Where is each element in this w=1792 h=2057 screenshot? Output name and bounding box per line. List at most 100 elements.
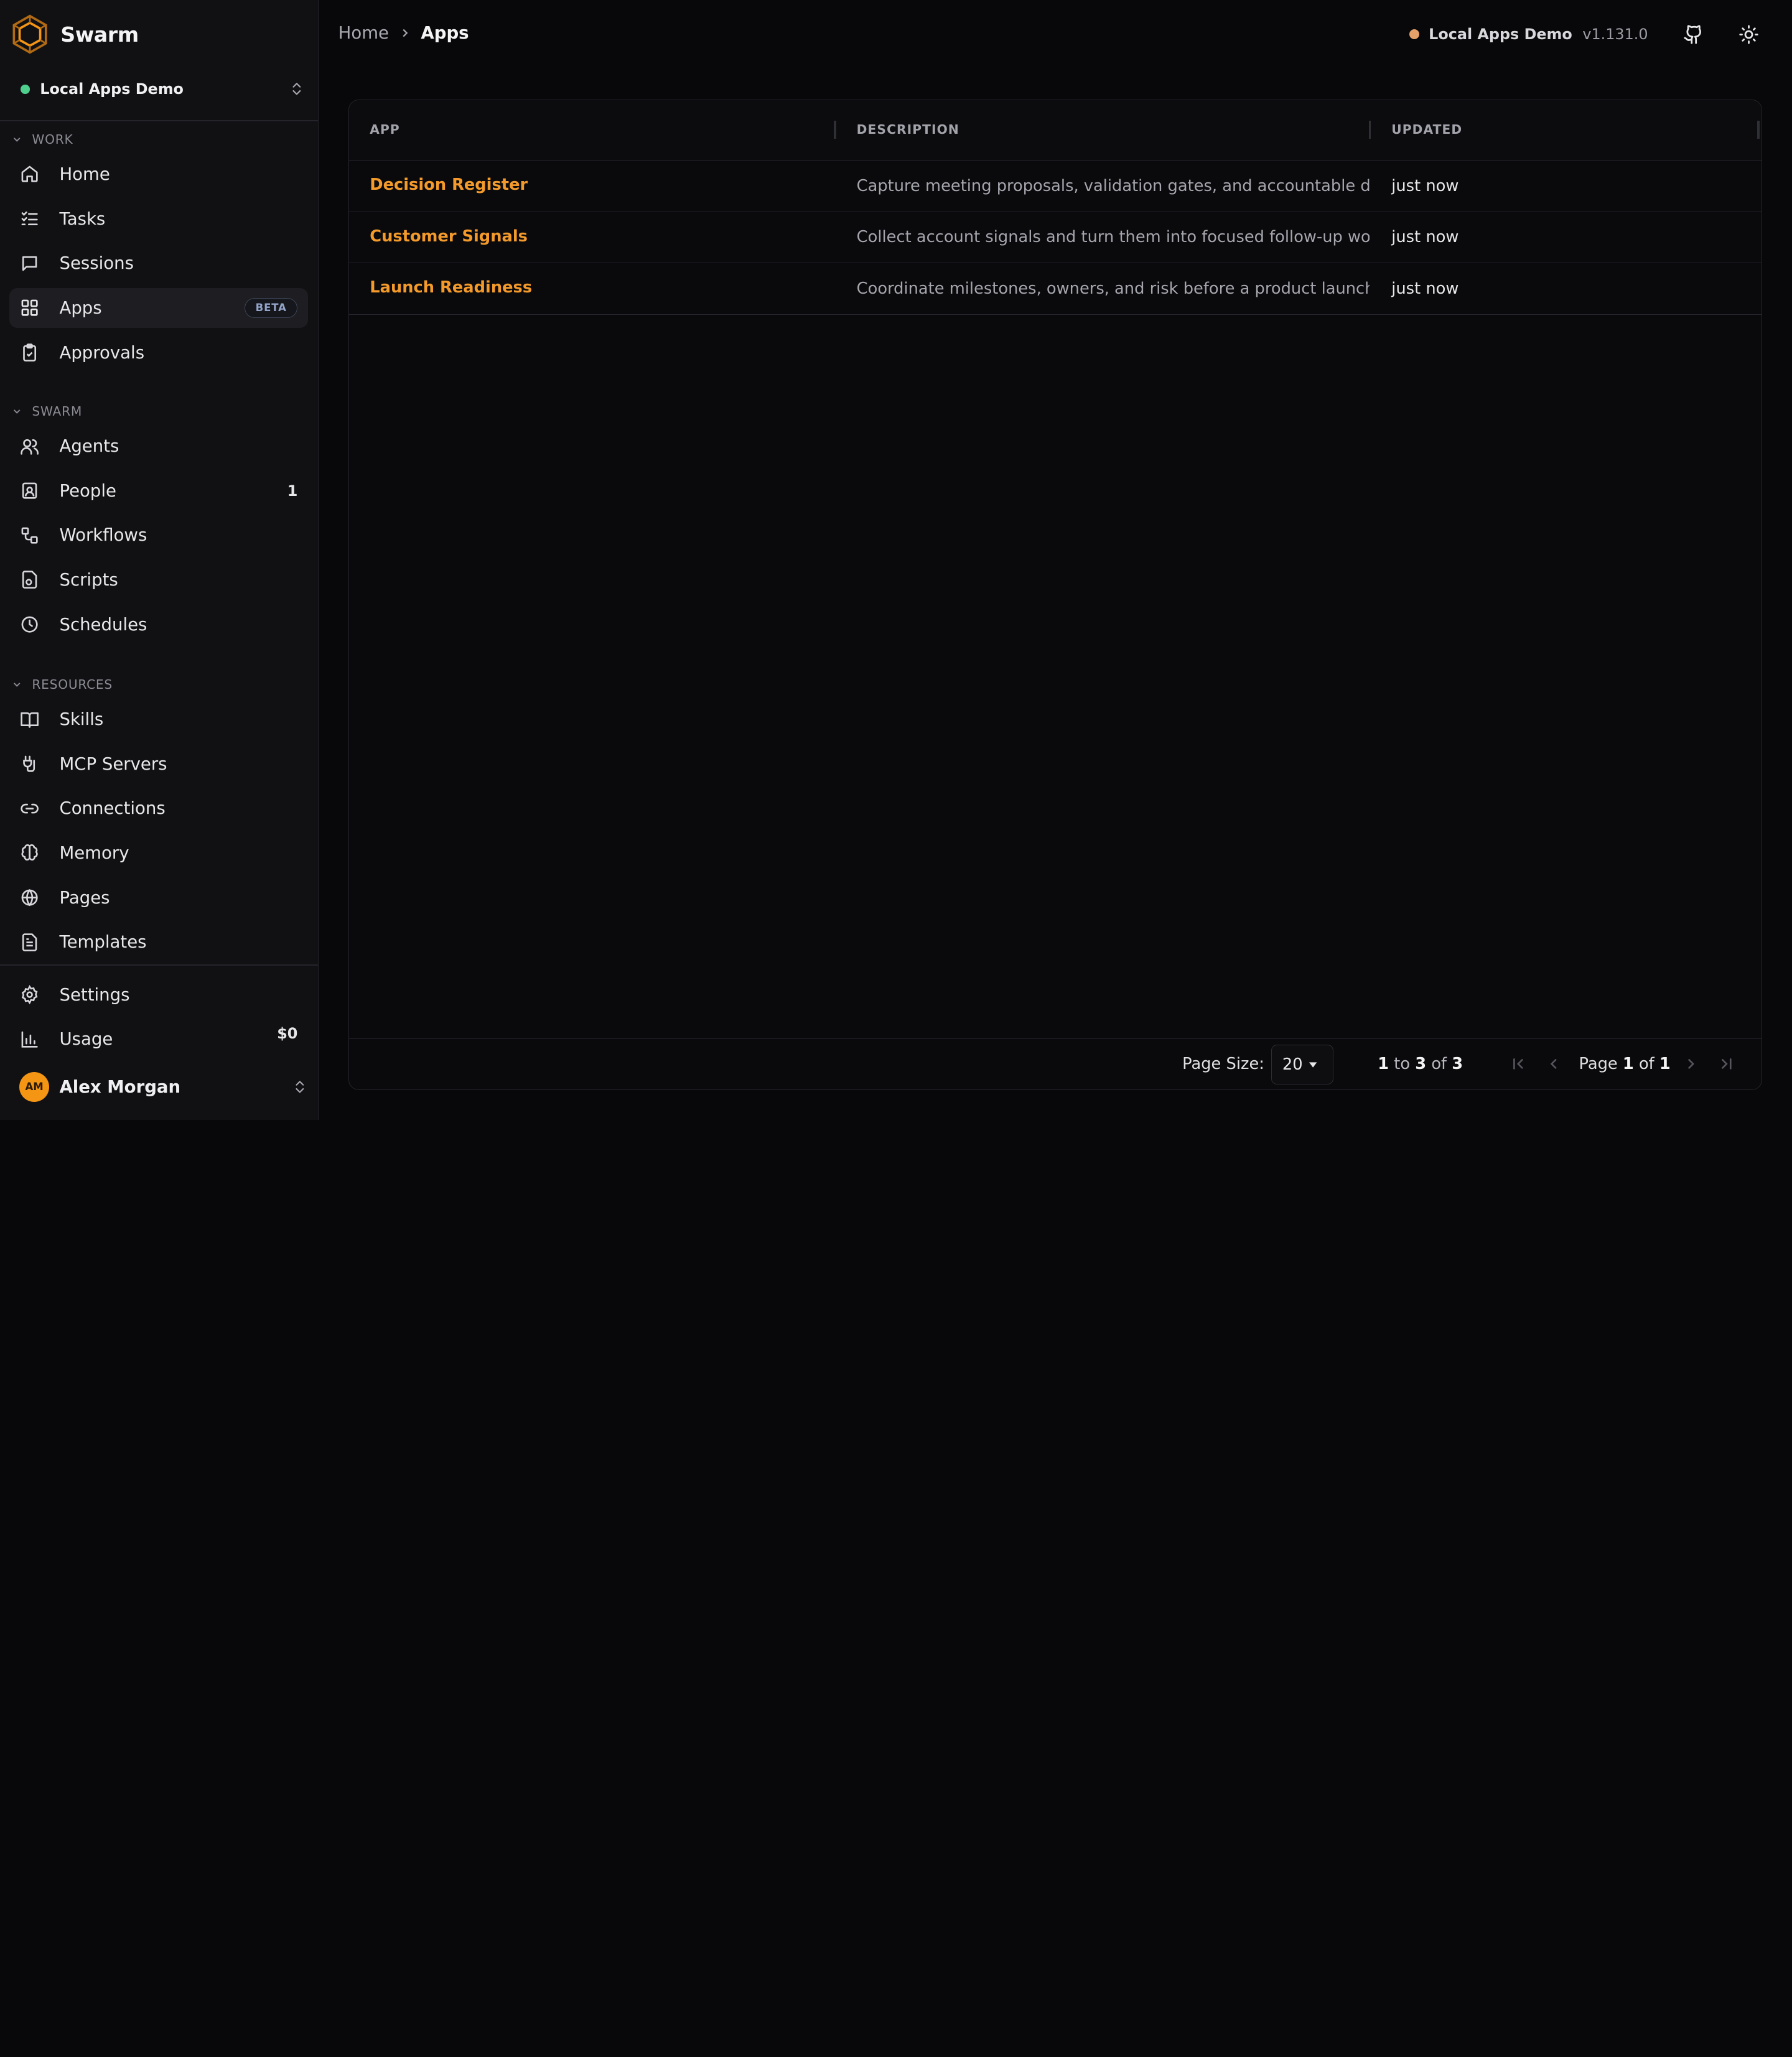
bar-chart-icon — [19, 1029, 40, 1050]
table-row[interactable]: Launch Readiness Coordinate milestones, … — [349, 263, 1762, 315]
section-work-toggle[interactable]: WORK — [11, 130, 73, 148]
chevron-right-icon — [398, 26, 412, 40]
sidebar-item-memory[interactable]: Memory — [9, 833, 308, 873]
sidebar-item-apps[interactable]: Apps BETA — [9, 287, 308, 329]
sidebar-item-label: Connections — [59, 798, 166, 819]
beta-badge: BETA — [245, 297, 298, 318]
page-size-label: Page Size: — [1182, 1055, 1264, 1074]
message-square-icon — [19, 253, 40, 274]
total-pages: 1 — [1659, 1055, 1671, 1074]
brand[interactable]: Swarm — [9, 14, 139, 55]
contact-icon — [19, 480, 40, 501]
sidebar-item-templates[interactable]: Templates — [9, 922, 308, 962]
sidebar-item-label: People — [59, 480, 116, 501]
sidebar-item-label: Schedules — [59, 614, 147, 635]
range-of-word: of — [1431, 1055, 1447, 1074]
section-resources-toggle[interactable]: RESOURCES — [11, 675, 113, 693]
layout-grid-icon — [19, 297, 40, 318]
sidebar-item-workflows[interactable]: Workflows — [9, 515, 308, 555]
app-description: Capture meeting proposals, validation ga… — [856, 176, 1370, 195]
app-updated: just now — [1391, 228, 1459, 247]
app-updated: just now — [1391, 279, 1459, 299]
column-header-description[interactable]: DESCRIPTION — [857, 122, 959, 137]
range-from: 1 — [1378, 1055, 1389, 1074]
range-total: 3 — [1452, 1055, 1463, 1074]
sun-icon[interactable] — [1735, 21, 1762, 48]
clipboard-check-icon — [19, 342, 40, 363]
sidebar-item-mcp-servers[interactable]: MCP Servers — [9, 744, 308, 784]
last-page-icon[interactable] — [1715, 1053, 1738, 1076]
chevrons-up-down-icon — [289, 81, 305, 97]
sidebar-item-usage[interactable]: Usage $0 — [9, 1019, 308, 1059]
people-count-badge: 1 — [287, 482, 298, 500]
page-of-word: of — [1638, 1055, 1654, 1074]
workflow-icon — [19, 525, 40, 546]
app-name-link[interactable]: Launch Readiness — [370, 278, 532, 297]
breadcrumb: Home Apps — [338, 23, 469, 43]
column-header-updated[interactable]: UPDATED — [1391, 122, 1462, 137]
sidebar-item-label: Skills — [59, 709, 104, 730]
sidebar-item-connections[interactable]: Connections — [9, 788, 308, 828]
sidebar-item-label: Usage — [59, 1029, 113, 1050]
brain-icon — [19, 843, 40, 864]
user-name: Alex Morgan — [59, 1076, 181, 1097]
section-work-label: WORK — [32, 132, 73, 147]
book-open-icon — [19, 709, 40, 730]
env-name: Local Apps Demo — [1429, 26, 1572, 44]
column-resize-handle[interactable] — [833, 120, 836, 139]
topbar: Home Apps Local Apps Demo v1.131.0 — [319, 0, 1792, 71]
table-row[interactable]: Customer Signals Collect account signals… — [349, 212, 1762, 264]
next-page-icon[interactable] — [1679, 1053, 1702, 1076]
column-resize-handle[interactable] — [1757, 120, 1760, 139]
sidebar-item-skills[interactable]: Skills — [9, 699, 308, 739]
column-header-app[interactable]: APP — [370, 122, 400, 137]
sidebar-item-scripts[interactable]: Scripts — [9, 560, 308, 600]
sidebar-item-pages[interactable]: Pages — [9, 878, 308, 918]
prev-page-icon[interactable] — [1542, 1053, 1566, 1076]
list-checks-icon — [19, 208, 40, 229]
sidebar-item-settings[interactable]: Settings — [9, 975, 308, 1015]
first-page-icon[interactable] — [1507, 1053, 1530, 1076]
sidebar-item-people[interactable]: People 1 — [9, 471, 308, 511]
sidebar: Swarm Local Apps Demo WORK Home Tasks Se… — [0, 0, 319, 1120]
page-indicator: Page 1 of 1 — [1579, 1055, 1670, 1073]
sidebar-item-label: Templates — [59, 932, 147, 953]
sidebar-item-sessions[interactable]: Sessions — [9, 243, 308, 283]
sidebar-item-label: Sessions — [59, 253, 134, 274]
gear-icon — [19, 984, 40, 1005]
range-to-word: to — [1394, 1055, 1411, 1074]
workspace-switcher[interactable]: Local Apps Demo — [11, 73, 304, 105]
sidebar-item-approvals[interactable]: Approvals — [9, 332, 308, 372]
file-code-icon — [19, 570, 40, 590]
user-menu[interactable]: AM Alex Morgan — [9, 1064, 308, 1109]
column-resize-handle[interactable] — [1368, 120, 1371, 139]
github-icon[interactable] — [1680, 21, 1707, 48]
caret-down-icon — [1307, 1059, 1318, 1070]
sidebar-item-schedules[interactable]: Schedules — [9, 605, 308, 645]
app-name-link[interactable]: Customer Signals — [370, 227, 528, 246]
pagination-bar: Page Size: 20 1 to 3 of 3 Page 1 of 1 — [349, 1038, 1762, 1090]
version-label: v1.131.0 — [1582, 26, 1648, 44]
breadcrumb-home[interactable]: Home — [338, 23, 389, 43]
table-header: APP DESCRIPTION UPDATED — [349, 100, 1762, 161]
users-icon — [19, 436, 40, 457]
app-description: Collect account signals and turn them in… — [856, 228, 1370, 247]
sidebar-divider — [0, 119, 319, 121]
page-size-select[interactable]: 20 — [1271, 1044, 1333, 1084]
current-page: 1 — [1622, 1055, 1634, 1074]
sidebar-item-tasks[interactable]: Tasks — [9, 199, 308, 239]
sidebar-item-home[interactable]: Home — [9, 154, 308, 194]
sidebar-item-label: Workflows — [59, 525, 147, 546]
app-name-link[interactable]: Decision Register — [370, 175, 528, 194]
file-text-icon — [19, 932, 40, 953]
section-swarm-toggle[interactable]: SWARM — [11, 403, 82, 421]
sidebar-item-agents[interactable]: Agents — [9, 426, 308, 466]
usage-value: $0 — [277, 1025, 298, 1043]
sidebar-item-label: Approvals — [59, 342, 145, 363]
sidebar-item-label: Home — [59, 164, 110, 185]
sidebar-item-label: Settings — [59, 984, 130, 1005]
globe-icon — [19, 887, 40, 908]
table-row[interactable]: Decision Register Capture meeting propos… — [349, 161, 1762, 212]
sidebar-item-label: Tasks — [59, 208, 106, 229]
brand-name: Swarm — [60, 22, 139, 47]
